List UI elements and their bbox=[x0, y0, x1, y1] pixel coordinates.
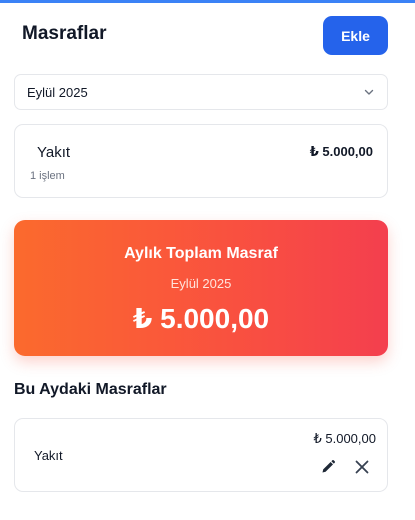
close-icon bbox=[355, 460, 369, 474]
pencil-icon bbox=[322, 460, 335, 473]
monthly-total-card: Aylık Toplam Masraf Eylül 2025 ₺ 5.000,0… bbox=[14, 220, 388, 356]
section-title: Bu Aydaki Masraflar bbox=[14, 381, 167, 398]
expense-amount: ₺ 5.000,00 bbox=[313, 431, 377, 446]
delete-button[interactable] bbox=[352, 457, 372, 477]
category-transaction-count: 1 işlem bbox=[30, 170, 65, 182]
category-summary-card: Yakıt ₺ 5.000,00 1 işlem bbox=[14, 124, 388, 198]
month-select-value: Eylül 2025 bbox=[27, 85, 88, 100]
header: Masraflar Ekle bbox=[0, 3, 415, 66]
chevron-down-icon bbox=[364, 89, 374, 95]
monthly-total-month: Eylül 2025 bbox=[170, 276, 232, 291]
category-name: Yakıt bbox=[37, 144, 71, 161]
monthly-total-title: Aylık Toplam Masraf bbox=[124, 245, 278, 262]
add-expense-button[interactable]: Ekle bbox=[323, 16, 388, 55]
page-title: Masraflar bbox=[22, 23, 107, 44]
category-amount: ₺ 5.000,00 bbox=[309, 144, 373, 159]
edit-button[interactable] bbox=[318, 457, 338, 477]
monthly-total-amount: ₺ 5.000,00 bbox=[132, 303, 270, 334]
expense-list-item: Yakıt ₺ 5.000,00 bbox=[14, 418, 388, 492]
expense-name: Yakıt bbox=[34, 448, 63, 463]
month-select[interactable]: Eylül 2025 bbox=[14, 74, 388, 110]
